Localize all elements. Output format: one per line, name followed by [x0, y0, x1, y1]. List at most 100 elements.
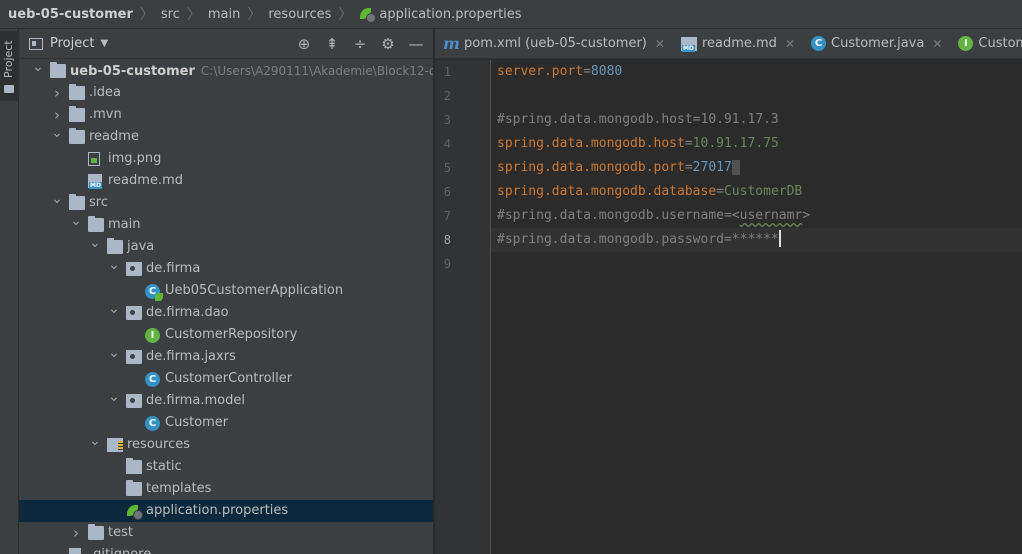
- tree-item[interactable]: C CustomerController: [19, 368, 433, 390]
- chevron-down-icon[interactable]: ⌄: [89, 430, 101, 452]
- caret-down-icon[interactable]: ▼: [100, 38, 108, 49]
- tree-item[interactable]: .gitignore: [19, 544, 433, 554]
- tree-item-label: Customer: [165, 415, 229, 430]
- tab-readme-md[interactable]: readme.md ✕: [673, 29, 803, 58]
- breadcrumb-item-project[interactable]: ueb-05-customer: [8, 7, 133, 22]
- project-tool-tab[interactable]: Project: [0, 31, 19, 101]
- line-number: 2: [443, 89, 451, 103]
- tree-item-text: CustomerRepository: [165, 324, 297, 346]
- chevron-down-icon[interactable]: ⌄: [108, 386, 120, 408]
- chevron-down-icon[interactable]: ⌄: [89, 232, 101, 254]
- tree-item[interactable]: templates: [19, 478, 433, 500]
- line-number: 9: [443, 257, 451, 271]
- tab-customer-repository-java[interactable]: I CustomerRepository.java: [950, 29, 1022, 58]
- tree-item[interactable]: › test: [19, 522, 433, 544]
- chevron-right-icon[interactable]: ›: [70, 522, 82, 544]
- locate-file-icon[interactable]: ⊕: [295, 35, 313, 53]
- tree-item[interactable]: ⌄ de.firma.dao: [19, 301, 433, 324]
- breadcrumb-item-resources[interactable]: resources: [268, 7, 331, 22]
- tree-item-label: .idea: [89, 85, 121, 100]
- chevron-down-icon[interactable]: ⌄: [70, 210, 82, 232]
- folder-icon: [69, 84, 85, 100]
- close-icon[interactable]: ✕: [655, 37, 665, 51]
- editor-tabs: m pom.xml (ueb-05-customer) ✕ readme.md …: [435, 29, 1022, 59]
- tree-item[interactable]: C Customer: [19, 412, 433, 434]
- tree-item[interactable]: img.png: [19, 148, 433, 170]
- project-view-selector[interactable]: Project: [50, 36, 94, 51]
- close-icon[interactable]: ✕: [932, 37, 942, 51]
- tab-customer-java[interactable]: C Customer.java ✕: [803, 29, 950, 58]
- project-tool-tab-label: Project: [2, 40, 15, 78]
- hide-panel-icon[interactable]: —: [407, 35, 425, 53]
- tree-item[interactable]: ⌄ java: [19, 235, 433, 258]
- folder-icon: [69, 128, 85, 144]
- collapse-all-icon[interactable]: ÷: [351, 35, 369, 53]
- line-number: 8: [443, 233, 451, 247]
- comment: >: [802, 208, 811, 223]
- tree-item[interactable]: static: [19, 456, 433, 478]
- breadcrumb-item-file[interactable]: application.properties: [379, 7, 521, 22]
- folder-icon: [126, 480, 142, 496]
- package-icon: [126, 350, 142, 364]
- tree-item-label: img.png: [108, 151, 162, 166]
- chevron-right-icon[interactable]: ›: [51, 82, 63, 104]
- property-value: 10.91.17.75: [692, 136, 779, 151]
- chevron-down-icon[interactable]: ⌄: [108, 298, 120, 320]
- property-key: spring.data.mongodb.port: [497, 160, 685, 175]
- breadcrumb-item-main[interactable]: main: [208, 7, 240, 22]
- tree-item[interactable]: ⌄ de.firma.jaxrs: [19, 345, 433, 368]
- tree-item[interactable]: ⌄ resources: [19, 433, 433, 456]
- tree-item-text: CustomerController: [165, 368, 292, 390]
- tree-item-label: application.properties: [146, 503, 289, 518]
- tree-item-label: main: [108, 217, 141, 232]
- tree-item-label: readme.md: [108, 173, 183, 188]
- chevron-down-icon[interactable]: ⌄: [108, 254, 120, 276]
- code-editor[interactable]: server.port=8080 #spring.data.mongodb.hos…: [491, 60, 1022, 554]
- chevron-right-icon: 〉: [338, 7, 353, 23]
- gear-icon[interactable]: ⚙: [379, 35, 397, 53]
- interface-icon: I: [958, 36, 974, 51]
- spring-properties-icon: [126, 504, 143, 520]
- text-caret: [778, 230, 781, 247]
- project-icon: [29, 37, 43, 50]
- comment: #spring.data.mongodb.host=10.91.17.3: [497, 112, 779, 127]
- folder-icon: [88, 216, 104, 232]
- tree-item-text: application.properties: [146, 500, 288, 522]
- breadcrumb-item-src[interactable]: src: [161, 7, 180, 22]
- tree-item[interactable]: › .idea: [19, 82, 433, 104]
- tree-item[interactable]: I CustomerRepository: [19, 324, 433, 346]
- tree-item[interactable]: C Ueb05CustomerApplication: [19, 280, 433, 302]
- tree-item-text: ueb-05-customer C:\Users\A290111\Akademie…: [70, 60, 433, 83]
- class-icon: C: [145, 416, 160, 431]
- chevron-down-icon[interactable]: ⌄: [32, 56, 44, 78]
- tree-item[interactable]: ⌄ ueb-05-customer C:\Users\A290111\Akademi…: [19, 59, 433, 83]
- class-icon: C: [145, 372, 160, 387]
- project-panel-header: Project ▼ ⊕ ⇞ ÷ ⚙ —: [19, 29, 433, 59]
- tree-item[interactable]: ⌄ de.firma.model: [19, 389, 433, 412]
- tree-item[interactable]: application.properties: [19, 500, 433, 522]
- chevron-down-icon[interactable]: ⌄: [51, 122, 63, 144]
- tab-pom-xml[interactable]: m pom.xml (ueb-05-customer) ✕: [435, 29, 673, 58]
- close-icon[interactable]: ✕: [785, 37, 795, 51]
- tree-item[interactable]: ⌄ main: [19, 213, 433, 236]
- tree-item-text: Ueb05CustomerApplication: [165, 280, 343, 302]
- tree-item-label: .mvn: [89, 107, 122, 122]
- tab-label: pom.xml (ueb-05-customer): [464, 36, 647, 51]
- package-icon: [126, 306, 142, 320]
- expand-all-icon[interactable]: ⇞: [323, 35, 341, 53]
- chevron-down-icon[interactable]: ⌄: [51, 188, 63, 210]
- tree-item[interactable]: ⌄ readme: [19, 125, 433, 148]
- code-line: #spring.data.mongodb.host=10.91.17.3: [497, 108, 779, 132]
- tree-item-text: .gitignore: [89, 544, 151, 554]
- left-tool-stripe: Project: [0, 29, 19, 554]
- code-line: spring.data.mongodb.port=27017: [497, 156, 740, 180]
- tree-item[interactable]: › .mvn: [19, 104, 433, 126]
- chevron-right-icon: 〉: [139, 7, 154, 23]
- equals-sign: =: [716, 184, 724, 199]
- tree-item[interactable]: readme.md: [19, 170, 433, 192]
- tree-item[interactable]: ⌄ de.firma: [19, 257, 433, 280]
- property-value: 8080: [590, 64, 623, 79]
- tree-item-text: main: [108, 214, 140, 236]
- chevron-down-icon[interactable]: ⌄: [108, 342, 120, 364]
- folder-icon: [69, 194, 85, 210]
